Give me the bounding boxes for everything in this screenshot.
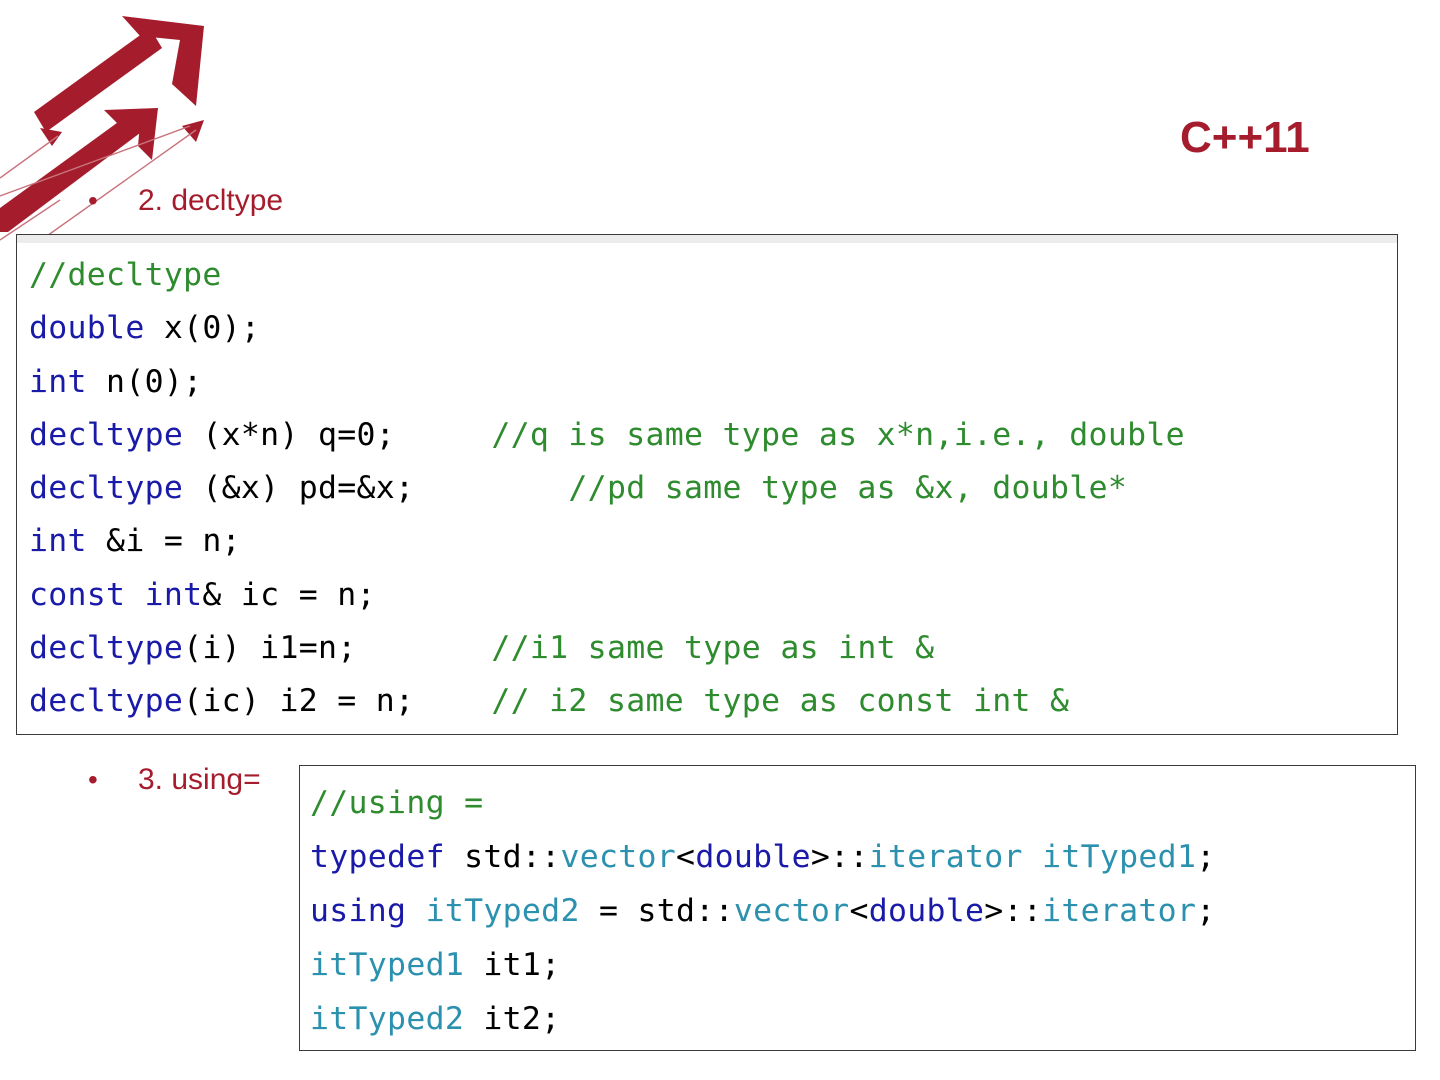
code-line: int n(0); bbox=[29, 364, 202, 400]
code-line: //decltype bbox=[29, 257, 222, 293]
code-token: std:: bbox=[444, 839, 561, 875]
code-line: int &i = n; bbox=[29, 523, 241, 559]
code-token: n(0); bbox=[86, 363, 203, 400]
code-token: //decltype bbox=[29, 257, 222, 293]
code-token: >:: bbox=[810, 839, 869, 875]
code-token: decltype bbox=[29, 416, 184, 453]
code-token: (&x) pd=&x; bbox=[183, 470, 569, 507]
code-token: ; bbox=[1196, 839, 1216, 875]
code-token: decltype bbox=[29, 470, 184, 507]
code-token: itTyped1 bbox=[310, 947, 465, 983]
code-token: x(0); bbox=[144, 310, 261, 347]
code-listing: //decltype double x(0); int n(0); declty… bbox=[29, 249, 1185, 729]
code-token: itTyped2 bbox=[310, 1001, 465, 1037]
code-token: iterator bbox=[868, 839, 1023, 875]
code-line: decltype(i) i1=n; //i1 same type as int … bbox=[29, 630, 934, 666]
code-token: vector bbox=[560, 839, 677, 875]
code-line: decltype(ic) i2 = n; // i2 same type as … bbox=[29, 683, 1069, 719]
code-token: (ic) i2 = n; bbox=[183, 683, 492, 720]
code-token: &i = n; bbox=[86, 523, 241, 560]
code-token: iterator bbox=[1042, 893, 1197, 929]
code-token: int bbox=[29, 363, 87, 400]
code-line: decltype (x*n) q=0; //q is same type as … bbox=[29, 417, 1185, 453]
code-token: itTyped1 bbox=[1042, 839, 1197, 875]
code-token: (i) i1=n; bbox=[183, 630, 492, 667]
code-token: >:: bbox=[984, 893, 1043, 929]
code-token: ; bbox=[1196, 893, 1216, 929]
code-listing: //using = typedef std::vector<double>::i… bbox=[310, 776, 1215, 1046]
slide-title: C++11 bbox=[1180, 113, 1310, 162]
bullet-using: • 3. using= bbox=[88, 760, 308, 800]
code-token: it2; bbox=[464, 1001, 561, 1037]
code-token: double bbox=[29, 310, 145, 347]
code-token: decltype bbox=[29, 683, 184, 720]
code-token: < bbox=[676, 839, 696, 875]
code-token: double bbox=[868, 893, 985, 929]
code-token: int bbox=[29, 523, 87, 560]
code-line: typedef std::vector<double>::iterator it… bbox=[310, 839, 1215, 875]
code-token: vector bbox=[733, 893, 850, 929]
bullet-label: 3. using= bbox=[138, 763, 261, 796]
code-token: double bbox=[695, 839, 811, 875]
code-token: < bbox=[849, 893, 869, 929]
code-block-decltype: //decltype double x(0); int n(0); declty… bbox=[16, 234, 1398, 735]
code-token: & ic = n; bbox=[202, 576, 376, 613]
code-token: //using = bbox=[310, 785, 484, 821]
code-token: int bbox=[144, 576, 203, 613]
code-line: itTyped2 it2; bbox=[310, 1001, 560, 1037]
code-line: double x(0); bbox=[29, 310, 260, 346]
code-token: using bbox=[310, 893, 407, 929]
bullet-dot-icon: • bbox=[88, 185, 98, 216]
code-token: typedef bbox=[310, 839, 445, 875]
bullet-dot-icon: • bbox=[88, 764, 98, 795]
code-token: const bbox=[29, 576, 126, 613]
code-token: //pd same type as &x, double* bbox=[568, 470, 1128, 507]
code-line: decltype (&x) pd=&x; //pd same type as &… bbox=[29, 470, 1127, 506]
bullet-label: 2. decltype bbox=[138, 184, 284, 217]
bullet-decltype: • 2. decltype bbox=[88, 181, 388, 221]
code-block-using: //using = typedef std::vector<double>::i… bbox=[299, 765, 1416, 1051]
code-token: //i1 same type as int & bbox=[491, 630, 935, 667]
code-token: decltype bbox=[29, 630, 184, 667]
code-line: itTyped1 it1; bbox=[310, 947, 560, 983]
code-token: itTyped2 bbox=[425, 893, 580, 929]
code-token: it1; bbox=[464, 947, 561, 983]
code-token: // i2 same type as const int & bbox=[491, 683, 1070, 720]
code-line: const int& ic = n; bbox=[29, 577, 376, 613]
code-token: (x*n) q=0; bbox=[183, 416, 492, 453]
code-line: //using = bbox=[310, 785, 483, 821]
code-block-top-strip bbox=[17, 235, 1397, 243]
code-token: //q is same type as x*n,i.e., double bbox=[491, 416, 1185, 453]
code-token: = std:: bbox=[579, 893, 734, 929]
code-line: using itTyped2 = std::vector<double>::it… bbox=[310, 893, 1215, 929]
